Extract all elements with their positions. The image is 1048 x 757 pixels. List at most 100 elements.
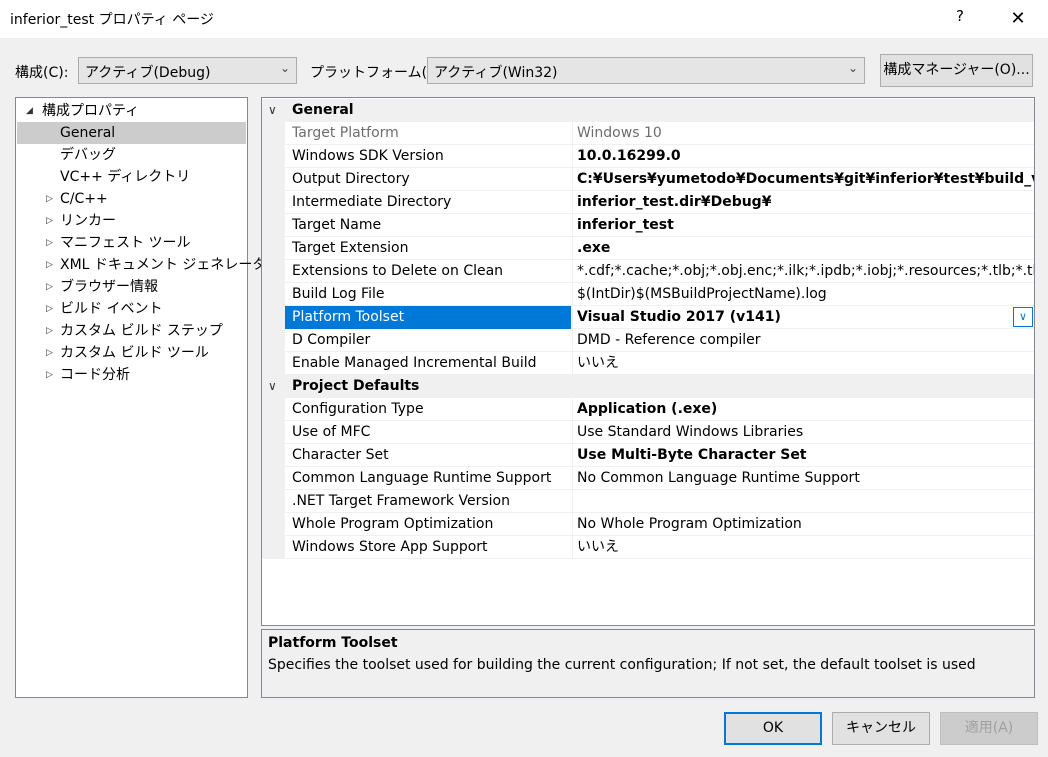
apply-button[interactable]: 適用(A) (940, 712, 1038, 745)
property-row[interactable]: Target Name inferior_test (262, 214, 1034, 237)
property-name[interactable]: Character Set (285, 444, 571, 467)
property-row[interactable]: Target Platform Windows 10 (262, 122, 1034, 145)
collapsed-triangle-icon[interactable]: ▷ (46, 364, 53, 386)
description-panel: Platform Toolset Specifies the toolset u… (261, 629, 1035, 698)
tree-item[interactable]: General (17, 122, 246, 144)
property-value[interactable]: $(IntDir)$(MSBuildProjectName).log (572, 283, 1034, 306)
collapsed-triangle-icon[interactable]: ▷ (46, 320, 53, 342)
tree-item-label: ビルド イベント (60, 301, 163, 317)
config-combo-value: アクティブ(Debug) (85, 65, 211, 81)
property-value[interactable]: No Common Language Runtime Support (572, 467, 1034, 490)
property-row[interactable]: Common Language Runtime Support No Common… (262, 467, 1034, 490)
property-row[interactable]: Use of MFC Use Standard Windows Libraries (262, 421, 1034, 444)
tree-item-label: コード分析 (60, 367, 130, 383)
property-row[interactable]: .NET Target Framework Version (262, 490, 1034, 513)
property-row[interactable]: Target Extension .exe (262, 237, 1034, 260)
property-value[interactable]: Visual Studio 2017 (v141) (572, 306, 1034, 329)
row-gutter (262, 122, 285, 145)
close-icon[interactable]: ✕ (1005, 6, 1031, 32)
property-value[interactable]: No Whole Program Optimization (572, 513, 1034, 536)
property-value[interactable]: DMD - Reference compiler (572, 329, 1034, 352)
cancel-button[interactable]: キャンセル (832, 712, 930, 745)
window-title: inferior_test プロパティ ページ (10, 12, 214, 28)
property-name[interactable]: Build Log File (285, 283, 571, 306)
property-name[interactable]: Windows Store App Support (285, 536, 571, 559)
row-gutter (262, 306, 285, 329)
property-name[interactable]: Whole Program Optimization (285, 513, 571, 536)
tree-item-label: カスタム ビルド ステップ (60, 323, 223, 339)
property-row[interactable]: Windows SDK Version 10.0.16299.0 (262, 145, 1034, 168)
category-row[interactable]: ∨ General (262, 99, 1034, 122)
property-name[interactable]: Enable Managed Incremental Build (285, 352, 571, 375)
property-value[interactable]: *.cdf;*.cache;*.obj;*.obj.enc;*.ilk;*.ip… (572, 260, 1034, 283)
property-row[interactable]: Extensions to Delete on Clean *.cdf;*.cac… (262, 260, 1034, 283)
collapsed-triangle-icon[interactable]: ▷ (46, 254, 53, 276)
property-name[interactable]: D Compiler (285, 329, 571, 352)
row-gutter (262, 214, 285, 237)
ok-button[interactable]: OK (724, 712, 822, 745)
property-row[interactable]: Windows Store App Support いいえ (262, 536, 1034, 559)
collapsed-triangle-icon[interactable]: ▷ (46, 232, 53, 254)
property-name[interactable]: Output Directory (285, 168, 571, 191)
property-value[interactable]: Windows 10 (572, 122, 1034, 145)
property-row[interactable]: Output Directory C:¥Users¥yumetodo¥Docume… (262, 168, 1034, 191)
row-gutter (262, 168, 285, 191)
tree-item-label: General (60, 125, 116, 141)
property-value[interactable]: Application (.exe) (572, 398, 1034, 421)
dropdown-button-icon[interactable]: ∨ (1013, 307, 1033, 327)
property-value[interactable]: いいえ (572, 352, 1034, 375)
expanded-triangle-icon[interactable]: ◢ (26, 100, 33, 122)
row-gutter (262, 237, 285, 260)
property-name[interactable]: Windows SDK Version (285, 145, 571, 168)
property-row[interactable]: Enable Managed Incremental Build いいえ (262, 352, 1034, 375)
description-text: Specifies the toolset used for building … (268, 657, 976, 673)
config-combo[interactable]: アクティブ(Debug) ⌄ (78, 57, 297, 84)
description-title: Platform Toolset (268, 635, 398, 651)
help-icon[interactable]: ? (949, 7, 971, 31)
property-value[interactable]: inferior_test.dir¥Debug¥ (572, 191, 1034, 214)
property-row[interactable]: D Compiler DMD - Reference compiler (262, 329, 1034, 352)
collapsed-triangle-icon[interactable]: ▷ (46, 210, 53, 232)
property-name[interactable]: .NET Target Framework Version (285, 490, 571, 513)
property-value[interactable]: Use Multi-Byte Character Set (572, 444, 1034, 467)
collapse-chevron-icon[interactable]: ∨ (268, 103, 277, 117)
property-row[interactable]: Platform Toolset Visual Studio 2017 (v141… (262, 306, 1034, 329)
config-manager-button[interactable]: 構成マネージャー(O)... (880, 54, 1033, 87)
property-value[interactable]: C:¥Users¥yumetodo¥Documents¥git¥inferior… (572, 168, 1034, 191)
property-name[interactable]: Use of MFC (285, 421, 571, 444)
collapsed-triangle-icon[interactable]: ▷ (46, 188, 53, 210)
collapsed-triangle-icon[interactable]: ▷ (46, 342, 53, 364)
property-name[interactable]: Target Extension (285, 237, 571, 260)
property-row[interactable]: Build Log File $(IntDir)$(MSBuildProjectN… (262, 283, 1034, 306)
property-value[interactable]: Use Standard Windows Libraries (572, 421, 1034, 444)
property-row[interactable]: Configuration Type Application (.exe) (262, 398, 1034, 421)
category-label: General (292, 102, 354, 118)
tree-item-label: VC++ ディレクトリ (60, 169, 191, 185)
property-value[interactable]: いいえ (572, 536, 1034, 559)
category-row[interactable]: ∨ Project Defaults (262, 375, 1034, 398)
collapsed-triangle-icon[interactable]: ▷ (46, 276, 53, 298)
property-name[interactable]: Target Platform (285, 122, 571, 145)
property-name[interactable]: Common Language Runtime Support (285, 467, 571, 490)
property-row[interactable]: Intermediate Directory inferior_test.dir¥… (262, 191, 1034, 214)
property-name[interactable]: Configuration Type (285, 398, 571, 421)
property-value[interactable]: .exe (572, 237, 1034, 260)
property-name[interactable]: Intermediate Directory (285, 191, 571, 214)
property-row[interactable]: Whole Program Optimization No Whole Progr… (262, 513, 1034, 536)
property-row[interactable]: Character Set Use Multi-Byte Character Se… (262, 444, 1034, 467)
property-value[interactable]: inferior_test (572, 214, 1034, 237)
platform-combo[interactable]: アクティブ(Win32) ⌄ (427, 57, 865, 84)
property-value[interactable]: 10.0.16299.0 (572, 145, 1034, 168)
property-name[interactable]: Platform Toolset (285, 306, 571, 329)
collapsed-triangle-icon[interactable]: ▷ (46, 298, 53, 320)
property-tree[interactable]: ◢ 構成プロパティ General デバッグ VC++ ディレクトリ ▷ C/C++ ▷ リ… (15, 97, 280, 698)
chevron-down-icon: ⌄ (279, 61, 290, 75)
config-label: 構成(C): (15, 65, 69, 81)
property-name[interactable]: Extensions to Delete on Clean (285, 260, 571, 283)
property-value[interactable] (572, 490, 1034, 513)
title-bar: inferior_test プロパティ ページ ? ✕ (0, 0, 1048, 38)
category-label: Project Defaults (292, 378, 420, 394)
collapse-chevron-icon[interactable]: ∨ (268, 379, 277, 393)
property-name[interactable]: Target Name (285, 214, 571, 237)
property-grid[interactable]: ∨ General Target Platform Windows 10 Windows… (261, 97, 1035, 626)
